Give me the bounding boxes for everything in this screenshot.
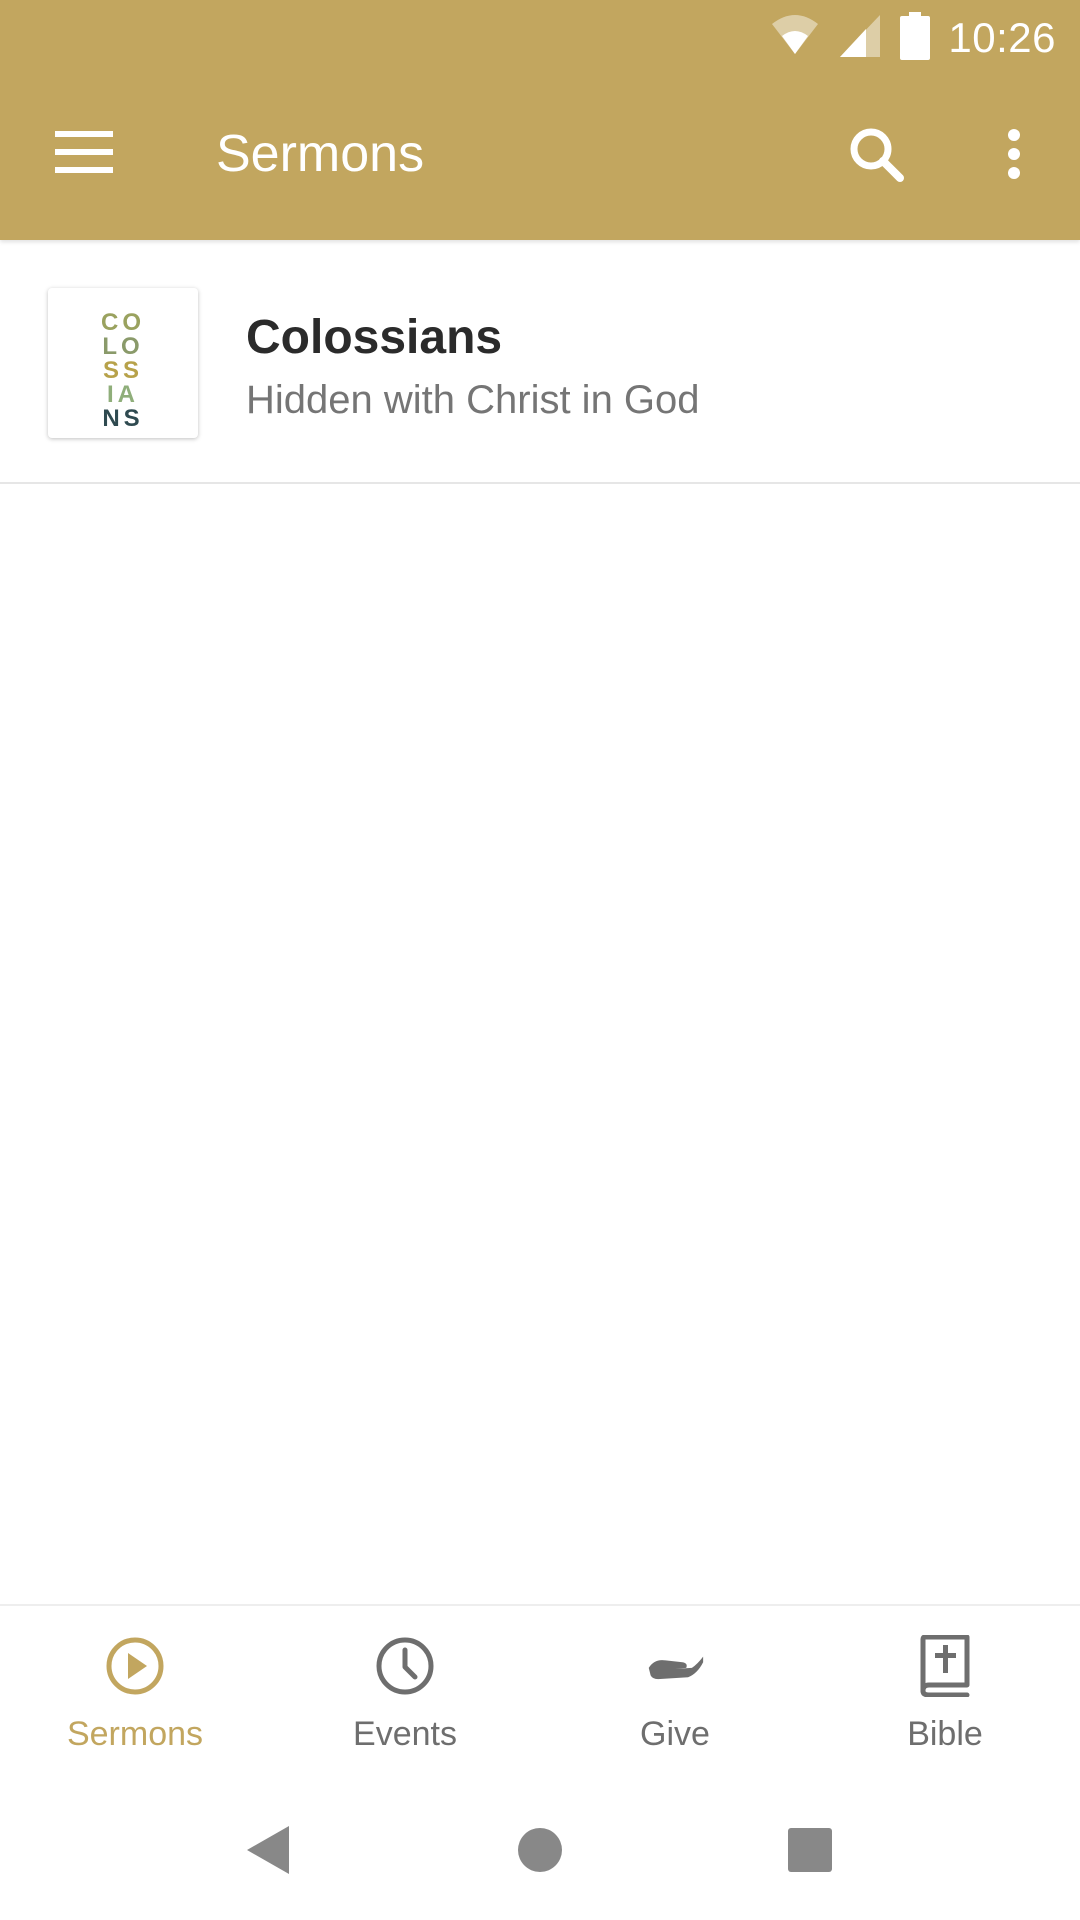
wifi-icon bbox=[770, 14, 820, 63]
search-button[interactable] bbox=[836, 116, 916, 196]
page-title: Sermons bbox=[216, 125, 425, 183]
svg-text:NS: NS bbox=[102, 405, 143, 432]
more-vert-icon bbox=[1006, 128, 1022, 185]
battery-icon bbox=[900, 11, 931, 65]
giving-hand-icon bbox=[645, 1636, 705, 1696]
system-navigation-bar bbox=[0, 1784, 1080, 1920]
tab-label: Sermons bbox=[66, 1715, 204, 1753]
tab-sermons[interactable]: Sermons bbox=[0, 1606, 270, 1786]
tab-label: Events bbox=[353, 1715, 457, 1753]
app-bar: Sermons bbox=[0, 76, 1080, 240]
tab-events[interactable]: Events bbox=[270, 1606, 540, 1786]
series-subtitle: Hidden with Christ in God bbox=[246, 378, 700, 422]
svg-text:IA: IA bbox=[107, 381, 139, 408]
header: 10:26 Sermons bbox=[0, 0, 1080, 240]
search-icon bbox=[848, 126, 904, 187]
play-circle-icon bbox=[105, 1636, 165, 1696]
recents-icon bbox=[787, 1827, 833, 1878]
app-root: 10:26 Sermons CO LO SS IA NS Colossians … bbox=[0, 0, 1080, 1920]
home-button[interactable] bbox=[500, 1812, 580, 1892]
back-icon bbox=[245, 1824, 291, 1881]
cell-signal-icon bbox=[838, 13, 882, 64]
status-icons: 10:26 bbox=[770, 10, 1056, 66]
svg-text:LO: LO bbox=[102, 333, 143, 360]
series-thumbnail: CO LO SS IA NS bbox=[48, 288, 198, 438]
sermon-series-list: CO LO SS IA NS Colossians Hidden with Ch… bbox=[0, 240, 1080, 484]
series-title: Colossians bbox=[246, 311, 503, 364]
colossians-artwork-icon: CO LO SS IA NS bbox=[101, 309, 145, 432]
svg-text:SS: SS bbox=[103, 357, 143, 384]
status-time: 10:26 bbox=[948, 14, 1056, 61]
clock-icon bbox=[375, 1636, 435, 1696]
more-options-button[interactable] bbox=[982, 116, 1046, 196]
status-bar: 10:26 bbox=[0, 0, 1080, 76]
tab-bible[interactable]: Bible bbox=[810, 1606, 1080, 1786]
home-icon bbox=[517, 1827, 563, 1878]
tab-give[interactable]: Give bbox=[540, 1606, 810, 1786]
tab-label: Bible bbox=[907, 1715, 983, 1753]
series-list-item[interactable]: CO LO SS IA NS Colossians Hidden with Ch… bbox=[0, 240, 1080, 484]
back-button[interactable] bbox=[228, 1812, 308, 1892]
tab-label: Give bbox=[640, 1715, 710, 1753]
bottom-navigation: Sermons Events Give Bible bbox=[0, 1604, 1080, 1784]
svg-text:CO: CO bbox=[101, 309, 145, 336]
menu-button[interactable] bbox=[44, 122, 124, 186]
bible-icon bbox=[915, 1635, 975, 1697]
menu-icon bbox=[55, 130, 113, 178]
recents-button[interactable] bbox=[770, 1812, 850, 1892]
